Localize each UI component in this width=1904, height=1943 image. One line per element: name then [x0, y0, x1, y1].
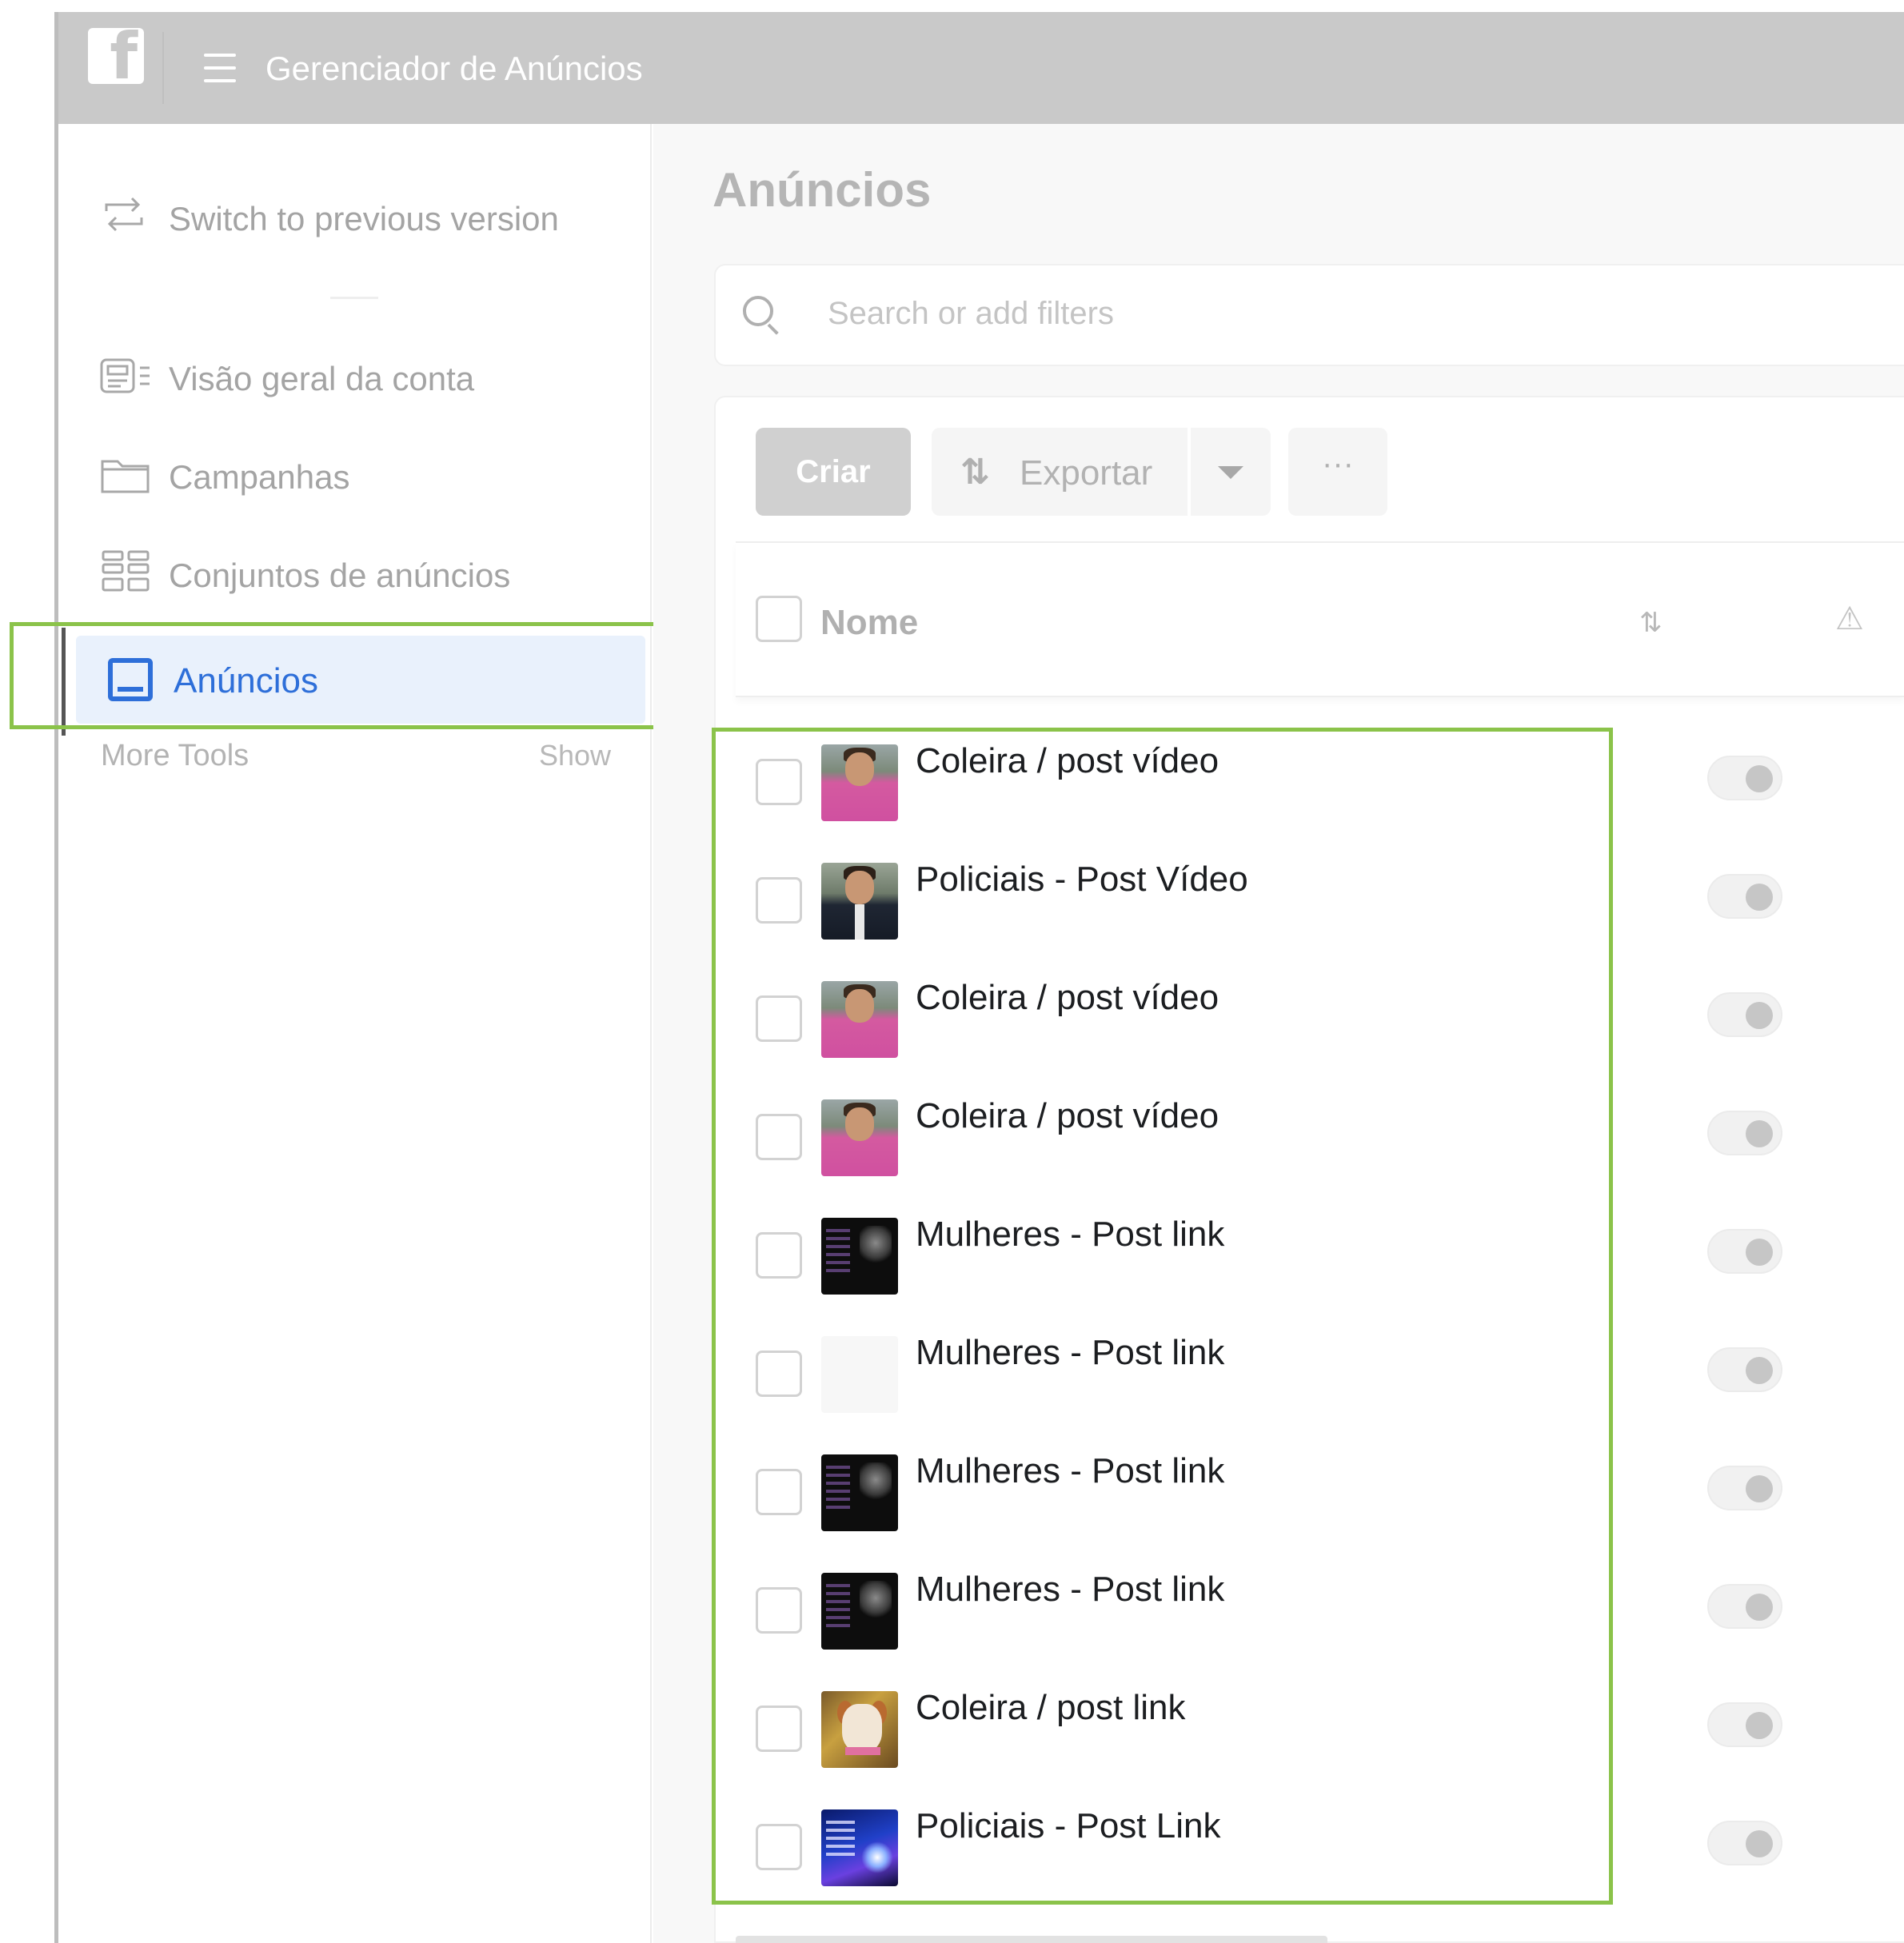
status-toggle[interactable] — [1707, 1821, 1782, 1865]
toggle-knob — [1746, 1594, 1773, 1621]
status-toggle[interactable] — [1707, 756, 1782, 800]
status-toggle[interactable] — [1707, 992, 1782, 1037]
create-button[interactable]: Criar — [756, 428, 911, 516]
window-edge — [0, 0, 58, 1943]
status-toggle[interactable] — [1707, 874, 1782, 919]
hamburger-menu-icon[interactable] — [204, 54, 236, 82]
sidebar-item-label: Campanhas — [169, 458, 350, 496]
search-input[interactable]: Search or add filters — [714, 264, 1904, 366]
top-bar: f Gerenciador de Anúncios — [58, 12, 1904, 124]
sidebar: Switch to previous version Visão geral d… — [58, 124, 652, 1943]
switch-arrows-icon — [105, 197, 143, 232]
toggle-knob — [1746, 1712, 1773, 1739]
toggle-knob — [1746, 884, 1773, 911]
sidebar-separator — [330, 297, 378, 299]
search-placeholder: Search or add filters — [828, 296, 1114, 331]
toggle-knob — [1746, 765, 1773, 792]
sidebar-item-campaigns[interactable]: Campanhas — [58, 442, 652, 506]
toggle-knob — [1746, 1002, 1773, 1029]
sidebar-item-ad-sets[interactable]: Conjuntos de anúncios — [58, 541, 652, 604]
more-tools-label: More Tools — [101, 739, 249, 772]
toggle-knob — [1746, 1120, 1773, 1147]
select-all-checkbox[interactable] — [756, 596, 802, 642]
export-button[interactable]: ⇅ Exportar — [932, 428, 1188, 516]
switch-version-label: Switch to previous version — [169, 200, 559, 237]
sidebar-item-label: Conjuntos de anúncios — [169, 557, 511, 594]
topbar-divider — [162, 32, 164, 104]
sidebar-item-label: Visão geral da conta — [169, 360, 475, 397]
rows-highlight-box — [712, 728, 1613, 1905]
status-toggle[interactable] — [1707, 1702, 1782, 1747]
toggle-knob — [1746, 1830, 1773, 1857]
search-icon — [743, 296, 780, 336]
show-more-tools-link[interactable]: Show — [539, 739, 611, 772]
toggle-knob — [1746, 1357, 1773, 1384]
status-toggle[interactable] — [1707, 1466, 1782, 1510]
sidebar-item-account-overview[interactable]: Visão geral da conta — [58, 344, 652, 408]
status-toggle[interactable] — [1707, 1111, 1782, 1155]
toggle-knob — [1746, 1475, 1773, 1502]
export-label: Exportar — [1020, 453, 1153, 493]
sidebar-highlight-box — [10, 622, 702, 729]
page-title: Anúncios — [713, 163, 932, 217]
more-options-button[interactable]: ··· — [1288, 428, 1387, 516]
status-toggle[interactable] — [1707, 1347, 1782, 1392]
toggle-knob — [1746, 1239, 1773, 1266]
warning-icon[interactable]: ⚠ — [1835, 600, 1864, 637]
caret-down-icon — [1218, 466, 1243, 479]
export-dropdown-button[interactable] — [1191, 428, 1271, 516]
account-overview-icon — [100, 358, 150, 393]
switch-version-link[interactable]: Switch to previous version — [58, 184, 652, 248]
grid-icon — [102, 550, 150, 592]
status-toggle[interactable] — [1707, 1584, 1782, 1629]
export-arrows-icon: ⇅ — [960, 452, 990, 493]
status-toggle[interactable] — [1707, 1229, 1782, 1274]
column-header-name[interactable]: Nome — [820, 603, 918, 643]
app-title: Gerenciador de Anúncios — [265, 50, 643, 87]
scrollbar[interactable] — [736, 1936, 1327, 1943]
table-header: Nome ⇅ ⚠ — [736, 541, 1904, 697]
facebook-logo-icon[interactable]: f — [88, 25, 144, 89]
folder-icon — [101, 460, 150, 493]
sort-icon[interactable]: ⇅ — [1639, 607, 1663, 639]
